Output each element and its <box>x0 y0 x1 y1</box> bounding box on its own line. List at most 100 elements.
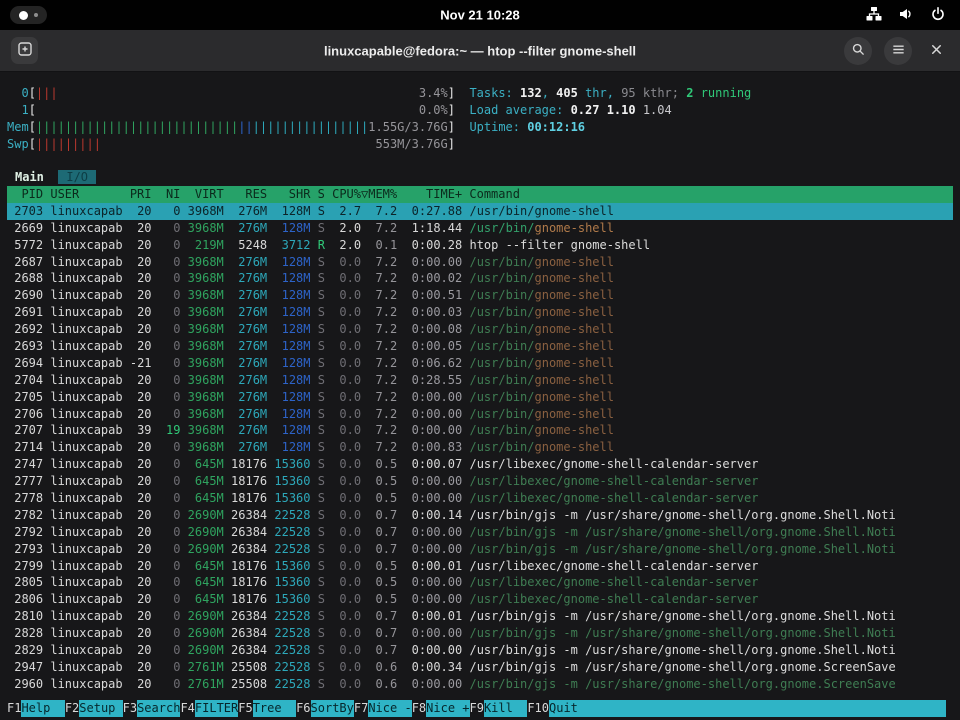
activities-indicator[interactable] <box>10 6 47 24</box>
fkey-f1[interactable]: F1 <box>7 700 21 717</box>
fkey-label-f9[interactable]: Kill <box>484 700 527 717</box>
process-row[interactable]: 2805 linuxcapab 20 0 645M 18176 15360 S … <box>7 574 953 591</box>
fkey-f9[interactable]: F9 <box>470 700 484 717</box>
process-row[interactable]: 2828 linuxcapab 20 0 2690M 26384 22528 S… <box>7 625 953 642</box>
process-row[interactable]: 2806 linuxcapab 20 0 645M 18176 15360 S … <box>7 591 953 608</box>
fkey-f8[interactable]: F8 <box>412 700 426 717</box>
volume-icon <box>898 6 914 25</box>
system-status-area[interactable] <box>866 6 950 25</box>
process-row[interactable]: 2690 linuxcapab 20 0 3968M 276M 128M S 0… <box>7 287 953 304</box>
fkey-f7[interactable]: F7 <box>354 700 368 717</box>
col-res: 18176 <box>231 474 274 488</box>
process-row[interactable]: 2692 linuxcapab 20 0 3968M 276M 128M S 0… <box>7 321 953 338</box>
col-shr: 15360 <box>274 474 317 488</box>
process-row[interactable]: 2810 linuxcapab 20 0 2690M 26384 22528 S… <box>7 608 953 625</box>
fkey-label-f8[interactable]: Nice + <box>426 700 469 717</box>
process-row[interactable]: 2688 linuxcapab 20 0 3968M 276M 128M S 0… <box>7 270 953 287</box>
process-row[interactable]: 2669 linuxcapab 20 0 3968M 276M 128M S 2… <box>7 220 953 237</box>
process-row[interactable]: 2829 linuxcapab 20 0 2690M 26384 22528 S… <box>7 642 953 659</box>
process-row[interactable]: 2704 linuxcapab 20 0 3968M 276M 128M S 0… <box>7 372 953 389</box>
col-shr: 15360 <box>274 592 317 606</box>
col-cpu-percent: 0.0 <box>332 559 368 573</box>
col-priority: 20 <box>130 542 159 556</box>
process-row[interactable]: 5772 linuxcapab 20 0 219M 5248 3712 R 2.… <box>7 237 953 254</box>
col-mem-percent: 0.6 <box>368 660 404 674</box>
process-row[interactable]: 2960 linuxcapab 20 0 2761M 25508 22528 S… <box>7 676 953 693</box>
process-row[interactable]: 2747 linuxcapab 20 0 645M 18176 15360 S … <box>7 456 953 473</box>
new-tab-button[interactable] <box>11 37 38 64</box>
process-row[interactable]: 2793 linuxcapab 20 0 2690M 26384 22528 S… <box>7 541 953 558</box>
col-priority: 20 <box>130 271 159 285</box>
col-pid: 2805 <box>7 575 50 589</box>
col-virt: 3968M <box>188 255 231 269</box>
process-row[interactable]: 2693 linuxcapab 20 0 3968M 276M 128M S 0… <box>7 338 953 355</box>
fkey-f5[interactable]: F5 <box>238 700 252 717</box>
process-row[interactable]: 2707 linuxcapab 39 19 3968M 276M 128M S … <box>7 422 953 439</box>
col-time: 1:18.44 <box>404 221 469 235</box>
process-command: /usr/bin/gnome-shell <box>469 288 614 302</box>
power-icon <box>930 6 946 25</box>
col-res: 18176 <box>231 575 274 589</box>
tab-main[interactable]: Main <box>15 170 44 184</box>
fkey-f10[interactable]: F10 <box>527 700 549 717</box>
col-cpu-percent: 0.0 <box>332 339 368 353</box>
process-row[interactable]: 2706 linuxcapab 20 0 3968M 276M 128M S 0… <box>7 406 953 423</box>
workspace-dot <box>34 13 38 17</box>
col-res: 276M <box>231 423 274 437</box>
fkey-label-f4[interactable]: FILTER <box>195 700 238 717</box>
process-row[interactable]: 2705 linuxcapab 20 0 3968M 276M 128M S 0… <box>7 389 953 406</box>
process-row[interactable]: 2703 linuxcapab 20 0 3968M 276M 128M S 2… <box>7 203 953 220</box>
fkey-label-f2[interactable]: Setup <box>79 700 122 717</box>
process-command: /usr/bin/gjs -m /usr/share/gnome-shell/o… <box>469 508 895 522</box>
col-pid: 2960 <box>7 677 50 691</box>
fkey-label-f5[interactable]: Tree <box>253 700 296 717</box>
col-priority: 20 <box>130 677 159 691</box>
col-res: 276M <box>231 390 274 404</box>
menu-button[interactable] <box>884 37 912 65</box>
process-row[interactable]: 2792 linuxcapab 20 0 2690M 26384 22528 S… <box>7 524 953 541</box>
col-state: S <box>318 221 332 235</box>
col-shr: 3712 <box>274 238 317 252</box>
search-button[interactable] <box>844 37 872 65</box>
process-row[interactable]: 2777 linuxcapab 20 0 645M 18176 15360 S … <box>7 473 953 490</box>
function-bar: F1Help F2Setup F3SearchF4FILTERF5Tree F6… <box>7 700 946 717</box>
col-priority: 20 <box>130 305 159 319</box>
fkey-label-f3[interactable]: Search <box>137 700 180 717</box>
process-command: /usr/bin/gnome-shell <box>469 255 614 269</box>
process-row[interactable]: 2687 linuxcapab 20 0 3968M 276M 128M S 0… <box>7 254 953 271</box>
col-nice: 0 <box>159 677 188 691</box>
col-virt: 2690M <box>188 609 231 623</box>
process-row[interactable]: 2714 linuxcapab 20 0 3968M 276M 128M S 0… <box>7 439 953 456</box>
col-priority: 20 <box>130 508 159 522</box>
process-command: /usr/bin/gnome-shell <box>469 440 614 454</box>
process-row[interactable]: 2799 linuxcapab 20 0 645M 18176 15360 S … <box>7 558 953 575</box>
col-virt: 645M <box>188 491 231 505</box>
fkey-f3[interactable]: F3 <box>123 700 137 717</box>
col-mem-percent: 0.7 <box>368 643 404 657</box>
fkey-label-f6[interactable]: SortBy <box>311 700 354 717</box>
process-row[interactable]: 2947 linuxcapab 20 0 2761M 25508 22528 S… <box>7 659 953 676</box>
process-row[interactable]: 2782 linuxcapab 20 0 2690M 26384 22528 S… <box>7 507 953 524</box>
process-row[interactable]: 2778 linuxcapab 20 0 645M 18176 15360 S … <box>7 490 953 507</box>
fkey-label-f10[interactable]: Quit <box>549 700 592 717</box>
col-cpu-percent: 0.0 <box>332 288 368 302</box>
process-table-header[interactable]: PID USER PRI NI VIRT RES SHR S CPU%▽MEM%… <box>7 186 953 203</box>
col-nice: 0 <box>159 204 188 218</box>
process-command: /usr/bin/gjs -m /usr/share/gnome-shell/o… <box>469 677 895 691</box>
col-virt: 645M <box>188 575 231 589</box>
fkey-label-f1[interactable]: Help <box>21 700 64 717</box>
clock[interactable]: Nov 21 10:28 <box>440 8 520 23</box>
process-row[interactable]: 2691 linuxcapab 20 0 3968M 276M 128M S 0… <box>7 304 953 321</box>
fkey-label-f7[interactable]: Nice - <box>368 700 411 717</box>
process-row[interactable]: 2694 linuxcapab -21 0 3968M 276M 128M S … <box>7 355 953 372</box>
process-command: /usr/libexec/gnome-shell-calendar-server <box>469 575 758 589</box>
col-pid: 2714 <box>7 440 50 454</box>
fkey-f2[interactable]: F2 <box>65 700 79 717</box>
close-button[interactable] <box>924 39 948 63</box>
col-res: 276M <box>231 305 274 319</box>
tab-io[interactable]: I/O <box>58 170 96 184</box>
fkey-f4[interactable]: F4 <box>180 700 194 717</box>
fkey-f6[interactable]: F6 <box>296 700 310 717</box>
process-command: /usr/bin/gnome-shell <box>469 423 614 437</box>
col-priority: 20 <box>130 407 159 421</box>
